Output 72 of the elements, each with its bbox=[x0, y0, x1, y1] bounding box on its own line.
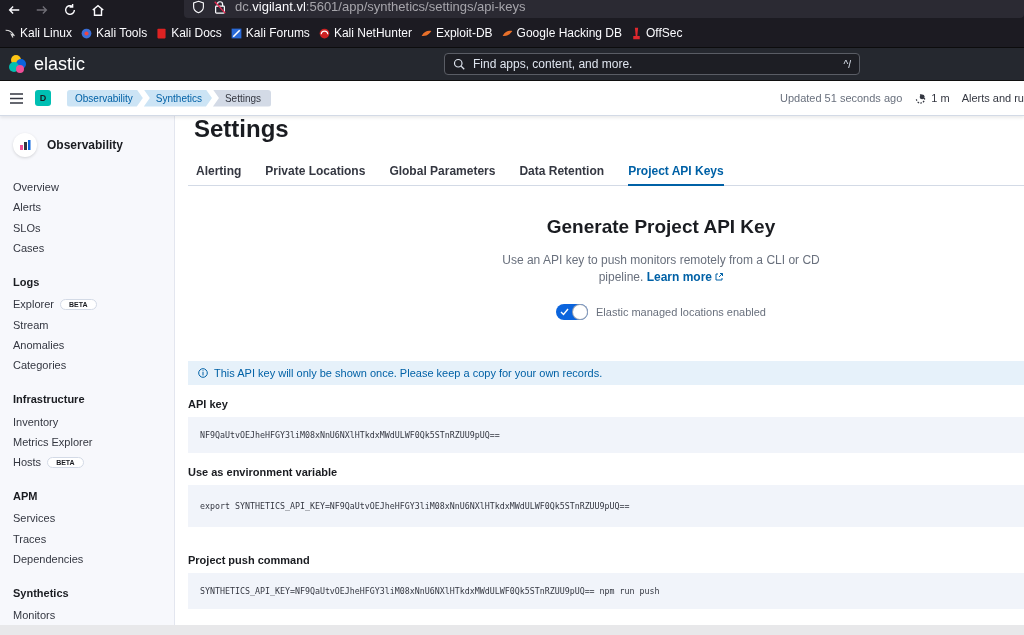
field-label: API key bbox=[188, 398, 229, 410]
brand-name: elastic bbox=[34, 53, 86, 75]
learn-more-link[interactable]: Learn more bbox=[646, 270, 724, 284]
reload-icon[interactable] bbox=[63, 2, 77, 17]
sidebar-item[interactable]: Inventory bbox=[13, 415, 59, 428]
shortcut-hint: ^/ bbox=[843, 58, 851, 70]
bookmark-link[interactable]: Kali Linux bbox=[20, 26, 73, 40]
bookmark-link[interactable]: OffSec bbox=[646, 26, 683, 40]
elastic-logo-icon bbox=[8, 54, 28, 74]
info-icon bbox=[198, 368, 208, 378]
search-icon bbox=[453, 58, 465, 70]
sidebar-item[interactable]: Categories bbox=[13, 359, 67, 372]
settings-tab[interactable]: Alerting bbox=[196, 158, 242, 186]
refresh-interval[interactable]: 1 m bbox=[931, 92, 950, 104]
sidebar-title: Observability bbox=[47, 138, 124, 152]
search-field[interactable]: Find apps, content, and more. ^/ bbox=[444, 53, 860, 75]
alerts-menu-link[interactable]: Alerts and ru bbox=[961, 92, 1024, 104]
sidebar-item[interactable]: SLOs bbox=[13, 221, 41, 234]
observability-logo-icon bbox=[19, 139, 31, 151]
sidebar-heading: Logs bbox=[13, 276, 41, 289]
book-icon bbox=[155, 26, 169, 40]
sidebar-item[interactable]: Monitors bbox=[13, 609, 56, 622]
field-label: Use as environment variable bbox=[188, 466, 339, 478]
callout-text: This API key will only be shown once. Please keep a copy for your own records. bbox=[214, 367, 603, 379]
sidebar-item[interactable]: Services bbox=[13, 512, 56, 525]
forum-icon bbox=[229, 26, 243, 40]
description-text: Use an API key to push monitors remotely from a CLI or CD pipeline. Learn more bbox=[501, 252, 821, 286]
settings-tab[interactable]: Project API Keys bbox=[628, 158, 724, 186]
search-placeholder: Find apps, content, and more. bbox=[473, 57, 634, 71]
sidebar-item[interactable]: Cases bbox=[13, 242, 45, 255]
sidebar-heading: Infrastructure bbox=[13, 393, 86, 406]
breadcrumb[interactable]: Synthetics bbox=[143, 89, 212, 107]
sidebar-item[interactable]: Overview bbox=[13, 181, 59, 194]
updated-text: Updated 51 seconds ago bbox=[779, 92, 903, 104]
sidebar-item[interactable]: Anomalies bbox=[13, 338, 65, 351]
bookmark-link[interactable]: Kali Tools bbox=[96, 26, 148, 40]
section-title: Generate Project API Key bbox=[546, 216, 776, 238]
toggle-switch[interactable] bbox=[556, 304, 588, 320]
bookmark-link[interactable]: Exploit-DB bbox=[435, 26, 493, 40]
settings-tab[interactable]: Private Locations bbox=[265, 158, 366, 186]
sidebar-item[interactable]: Stream bbox=[13, 318, 49, 331]
sidebar-item[interactable]: Dependencies bbox=[13, 553, 84, 565]
insecure-lock-icon bbox=[213, 0, 227, 14]
page-title: Settings bbox=[193, 116, 290, 142]
code-block: SYNTHETICS_API_KEY=NF9QaUtvOEJheHFGY3liM08xNnU6NXlHTkdxMWdULWF0Qk5STnRZUU9pUQ== npm run push bbox=[188, 573, 1024, 609]
external-link-icon bbox=[715, 273, 724, 281]
globe-icon bbox=[80, 26, 94, 40]
refresh-interval-icon[interactable] bbox=[914, 91, 928, 105]
check-icon bbox=[560, 308, 569, 316]
sidebar-heading: APM bbox=[13, 490, 39, 503]
settings-tab[interactable]: Data Retention bbox=[519, 158, 605, 186]
settings-tab[interactable]: Global Parameters bbox=[389, 158, 496, 186]
space-avatar[interactable]: D bbox=[35, 90, 51, 106]
code-block: NF9QaUtvOEJheHFGY3liM08xNnU6NXlHTkdxMWdULWF0Qk5STnRZUU9pUQ== bbox=[188, 417, 1024, 453]
breadcrumb[interactable]: Observability bbox=[67, 89, 143, 107]
sidebar-item[interactable]: Metrics Explorer bbox=[13, 435, 93, 448]
breadcrumb: Settings bbox=[212, 89, 272, 107]
bookmark-link[interactable]: Google Hacking DB bbox=[516, 26, 622, 40]
sidebar-item[interactable]: Hosts bbox=[13, 456, 42, 469]
home-icon[interactable] bbox=[91, 2, 105, 17]
field-label: Project push command bbox=[188, 554, 311, 566]
bookmark-link[interactable]: Kali Forums bbox=[245, 26, 310, 40]
sidebar-item[interactable]: Traces bbox=[13, 532, 47, 545]
sidebar-item[interactable]: Alerts bbox=[13, 201, 42, 214]
sidebar-heading: Synthetics bbox=[13, 587, 70, 600]
menu-icon[interactable] bbox=[10, 92, 23, 104]
shield-icon bbox=[192, 0, 205, 14]
code-block: export SYNTHETICS_API_KEY=NF9QaUtvOEJheHFGY3liM08xNnU6NXlHTkdxMWdULWF0Qk5STnRZUU9pUQ== bbox=[188, 485, 1024, 527]
sidebar-item[interactable]: Explorer bbox=[13, 298, 54, 311]
bookmark-link[interactable]: Kali NetHunter bbox=[333, 26, 412, 40]
bookmark-link[interactable]: Kali Docs bbox=[171, 26, 222, 40]
toggle-label: Elastic managed locations enabled bbox=[596, 306, 766, 318]
